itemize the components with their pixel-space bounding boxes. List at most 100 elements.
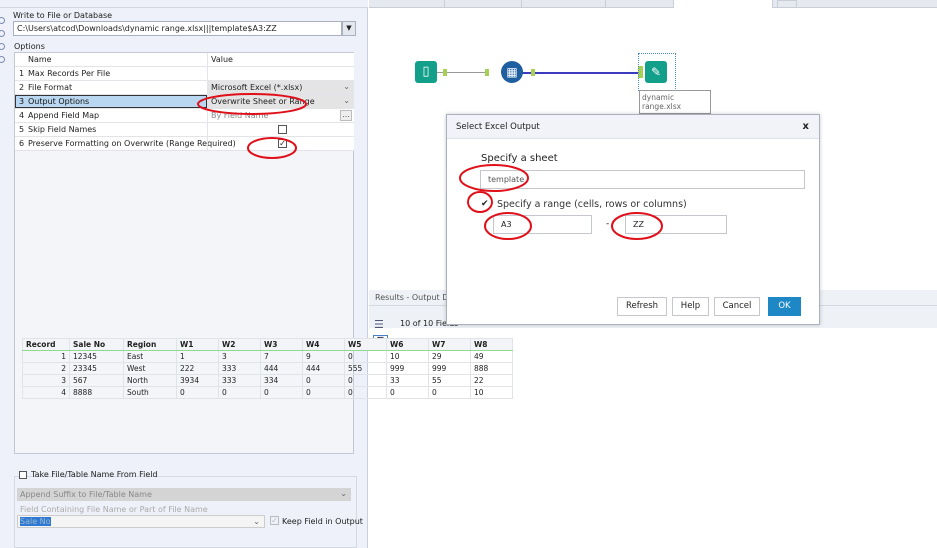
table-cell[interactable]: 8888 bbox=[69, 386, 124, 399]
option-row[interactable]: 6 Preserve Formatting on Overwrite (Range… bbox=[15, 137, 354, 151]
table-cell[interactable]: 888 bbox=[470, 362, 513, 375]
take-name-checkbox[interactable] bbox=[19, 471, 27, 479]
file-format-select[interactable]: Microsoft Excel (*.xlsx) ⌄ bbox=[207, 81, 354, 94]
column-header[interactable]: W8 bbox=[470, 338, 513, 351]
column-header[interactable]: W3 bbox=[260, 338, 303, 351]
column-header[interactable]: W6 bbox=[386, 338, 429, 351]
table-cell[interactable]: 3 bbox=[22, 374, 70, 387]
suffix-select[interactable]: Append Suffix to File/Table Name ⌄ bbox=[17, 488, 351, 501]
output-options-select[interactable]: Overwrite Sheet or Range ⌄ bbox=[207, 95, 354, 108]
table-cell[interactable]: 33 bbox=[386, 374, 429, 387]
help-button[interactable]: Help bbox=[672, 297, 709, 316]
range-start-input[interactable]: A3 bbox=[493, 215, 592, 234]
table-cell[interactable]: 3 bbox=[218, 350, 261, 363]
sheet-input[interactable]: template bbox=[480, 170, 805, 189]
column-header[interactable]: W1 bbox=[176, 338, 219, 351]
table-row[interactable]: 2 23345 West 222 333 444 444 555 999 999 888 bbox=[22, 362, 513, 375]
table-cell[interactable]: 0 bbox=[260, 386, 303, 399]
table-cell[interactable]: 22 bbox=[470, 374, 513, 387]
table-cell[interactable]: 2 bbox=[22, 362, 70, 375]
option-row[interactable]: 2 File Format Microsoft Excel (*.xlsx) ⌄ bbox=[15, 81, 354, 95]
table-cell[interactable]: 10 bbox=[386, 350, 429, 363]
option-row[interactable]: 5 Skip Field Names bbox=[15, 123, 354, 137]
rows-view-icon[interactable]: ☰ bbox=[374, 318, 386, 332]
table-cell[interactable]: 4 bbox=[22, 386, 70, 399]
table-cell[interactable]: 334 bbox=[260, 374, 303, 387]
tab[interactable] bbox=[606, 0, 674, 8]
table-cell[interactable]: East bbox=[123, 350, 177, 363]
column-header[interactable]: Region bbox=[123, 338, 177, 351]
path-input[interactable]: C:\Users\atcod\Downloads\dynamic range.x… bbox=[13, 21, 342, 36]
table-cell[interactable]: 0 bbox=[302, 374, 345, 387]
annotation-icon[interactable] bbox=[0, 30, 5, 37]
output-tool-edit-icon[interactable]: ✎ bbox=[645, 61, 667, 83]
config-icon[interactable] bbox=[0, 17, 5, 24]
table-cell[interactable]: 1 bbox=[176, 350, 219, 363]
cancel-button[interactable]: Cancel bbox=[714, 297, 760, 316]
table-cell[interactable]: 333 bbox=[218, 374, 261, 387]
ok-button[interactable]: OK bbox=[768, 297, 801, 316]
table-cell[interactable]: 222 bbox=[176, 362, 219, 375]
tab[interactable] bbox=[369, 0, 445, 8]
column-header[interactable]: W7 bbox=[428, 338, 471, 351]
table-cell[interactable]: 999 bbox=[386, 362, 429, 375]
range-end-input[interactable]: ZZ bbox=[625, 215, 727, 234]
table-cell[interactable]: 0 bbox=[176, 386, 219, 399]
column-header[interactable]: W4 bbox=[302, 338, 345, 351]
option-row-selected[interactable]: 3 Output Options Overwrite Sheet or Range ⌄ bbox=[15, 95, 354, 109]
table-cell[interactable]: 444 bbox=[260, 362, 303, 375]
table-cell[interactable]: 49 bbox=[470, 350, 513, 363]
table-cell[interactable]: 999 bbox=[428, 362, 471, 375]
table-cell[interactable]: 29 bbox=[428, 350, 471, 363]
table-cell[interactable]: South bbox=[123, 386, 177, 399]
table-cell[interactable]: 3934 bbox=[176, 374, 219, 387]
table-cell[interactable]: 9 bbox=[302, 350, 345, 363]
table-cell[interactable]: 0 bbox=[428, 386, 471, 399]
tag-icon[interactable] bbox=[0, 43, 5, 50]
table-cell[interactable]: 0 bbox=[386, 386, 429, 399]
tab[interactable] bbox=[445, 0, 522, 8]
column-header[interactable]: Sale No bbox=[69, 338, 124, 351]
table-cell[interactable]: 0 bbox=[302, 386, 345, 399]
table-cell[interactable]: 55 bbox=[428, 374, 471, 387]
table-cell[interactable]: 7 bbox=[260, 350, 303, 363]
table-cell[interactable]: 0 bbox=[344, 386, 387, 399]
table-row[interactable]: 4 8888 South 0 0 0 0 0 0 0 10 bbox=[22, 386, 513, 399]
table-cell[interactable]: 0 bbox=[344, 374, 387, 387]
table-cell[interactable]: 555 bbox=[344, 362, 387, 375]
path-dropdown-button[interactable]: ▼ bbox=[342, 21, 356, 36]
table-cell[interactable]: West bbox=[123, 362, 177, 375]
table-row[interactable]: 3 567 North 3934 333 334 0 0 33 55 22 bbox=[22, 374, 513, 387]
column-header[interactable]: W2 bbox=[218, 338, 261, 351]
column-header[interactable]: Record bbox=[22, 338, 70, 351]
table-row[interactable]: 1 12345 East 1 3 7 9 0 10 29 49 bbox=[22, 350, 513, 363]
keep-field-checkbox[interactable]: ✓ bbox=[270, 516, 279, 525]
table-cell[interactable]: 333 bbox=[218, 362, 261, 375]
input-anchor[interactable] bbox=[485, 69, 489, 76]
table-cell[interactable]: 12345 bbox=[69, 350, 124, 363]
info-icon[interactable] bbox=[0, 56, 5, 63]
preserve-formatting-checkbox[interactable]: ✓ bbox=[278, 139, 287, 148]
close-icon[interactable]: x bbox=[803, 121, 809, 132]
table-cell[interactable]: 444 bbox=[302, 362, 345, 375]
tab-active[interactable] bbox=[674, 0, 773, 8]
column-header[interactable]: W5 bbox=[344, 338, 387, 351]
table-cell[interactable]: 0 bbox=[218, 386, 261, 399]
range-checkbox[interactable]: ✔ bbox=[481, 199, 491, 209]
new-tab-button[interactable] bbox=[777, 0, 797, 8]
field-select[interactable]: Sale No ⌄ bbox=[17, 515, 265, 528]
formula-tool-icon[interactable]: ▦ bbox=[501, 61, 523, 83]
tab[interactable] bbox=[522, 0, 606, 8]
max-records-input[interactable] bbox=[207, 67, 354, 80]
refresh-button[interactable]: Refresh bbox=[617, 297, 667, 316]
skip-field-names-checkbox[interactable] bbox=[278, 125, 287, 134]
option-row[interactable]: 1 Max Records Per File bbox=[15, 67, 354, 81]
table-cell[interactable]: 23345 bbox=[69, 362, 124, 375]
output-anchor[interactable] bbox=[531, 69, 535, 76]
ellipsis-button[interactable]: … bbox=[340, 110, 352, 121]
table-cell[interactable]: 10 bbox=[470, 386, 513, 399]
option-row[interactable]: 4 Append Field Map By Field Name… bbox=[15, 109, 354, 123]
table-cell[interactable]: 1 bbox=[22, 350, 70, 363]
table-cell[interactable]: North bbox=[123, 374, 177, 387]
append-field-map[interactable]: By Field Name… bbox=[207, 109, 354, 122]
